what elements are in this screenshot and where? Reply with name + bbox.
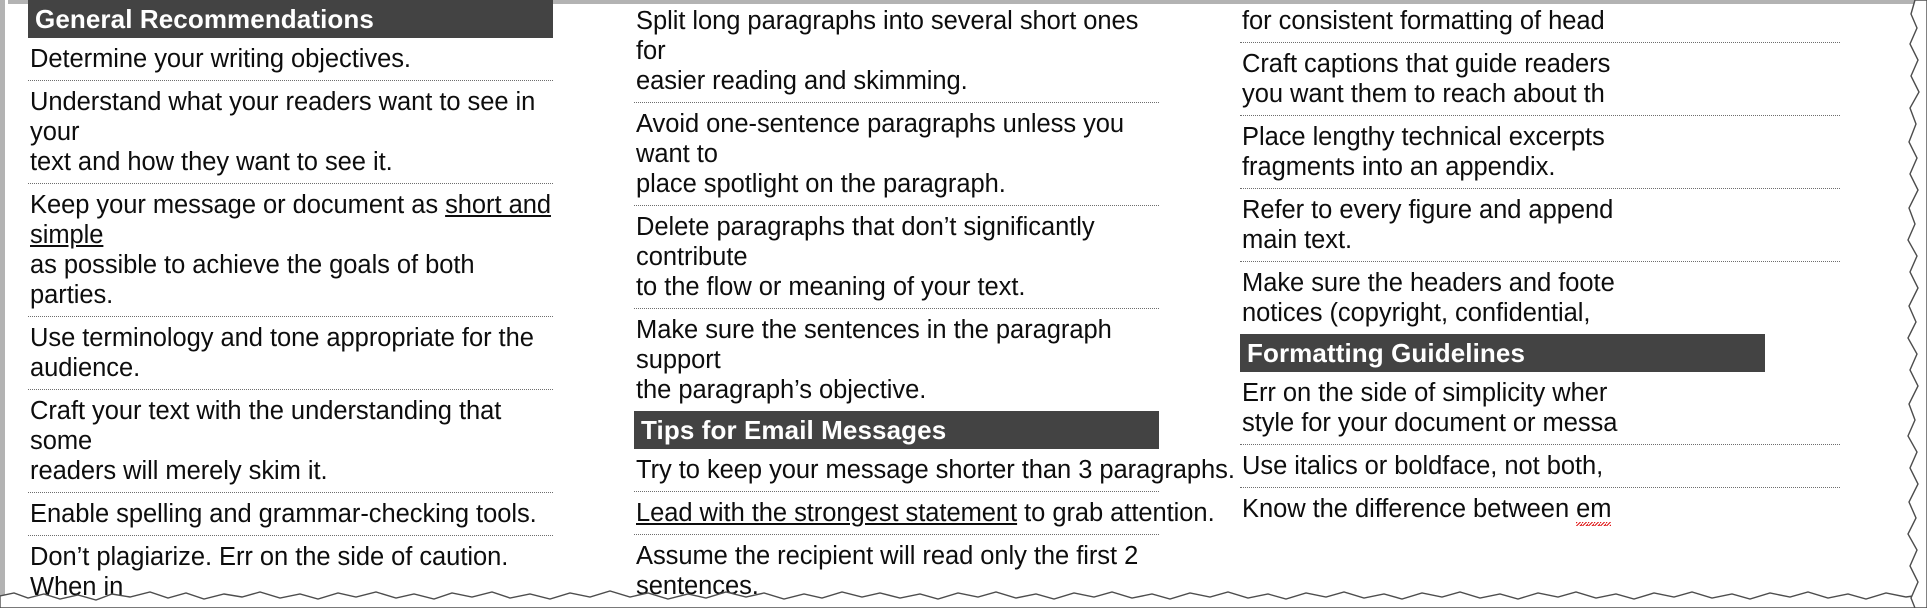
list-item[interactable]: Use terminology and tone appropriate for… bbox=[28, 317, 553, 390]
list-item[interactable]: for consistent formatting of head bbox=[1240, 0, 1840, 43]
list-item-line: Make sure the sentences in the paragraph… bbox=[636, 316, 1112, 374]
list-item-line: Avoid one-sentence paragraphs unless you… bbox=[636, 110, 1125, 168]
emphasis-underlined-text[interactable]: Lead with the strongest statement bbox=[636, 499, 1017, 527]
list-item-line: Lead with the strongest statement to gra… bbox=[636, 498, 1215, 528]
list-item-line: place spotlight on the paragraph. bbox=[636, 170, 1006, 198]
list-item[interactable]: Refer to every figure and append main te… bbox=[1240, 189, 1840, 262]
list-item-line: Understand what your readers want to see… bbox=[30, 88, 536, 146]
list-item-line: Don’t plagiarize. Err on the side of cau… bbox=[30, 543, 509, 601]
list-item[interactable]: Understand what your readers want to see… bbox=[28, 81, 553, 184]
list-item-line: you want them to reach about th bbox=[1242, 80, 1605, 108]
spellcheck-misspelled-word[interactable]: em bbox=[1576, 495, 1612, 526]
list-item-line: doubt, attribute anyway. bbox=[30, 602, 553, 608]
list-item[interactable]: Know the difference between em bbox=[1240, 488, 1840, 530]
list-item-line: Use terminology and tone appropriate for… bbox=[30, 324, 534, 352]
list-item[interactable]: Craft captions that guide readers you wa… bbox=[1240, 43, 1840, 116]
list-item-line: as possible to achieve the goals of both… bbox=[30, 251, 475, 309]
list-item-line: Delete paragraphs that don’t significant… bbox=[636, 213, 1095, 271]
list-item[interactable]: Try to keep your message shorter than 3 … bbox=[634, 449, 1235, 492]
list-item[interactable]: Lead with the strongest statement to gra… bbox=[634, 492, 1215, 535]
list-item-line: style for your document or messa bbox=[1242, 409, 1618, 437]
section-heading-formatting-guidelines: Formatting Guidelines bbox=[1240, 334, 1765, 372]
list-item[interactable]: Assume the recipient will read only the … bbox=[634, 535, 1159, 608]
list-item-line: audience. bbox=[30, 354, 141, 382]
list-item-line: Craft captions that guide readers bbox=[1242, 50, 1611, 78]
list-item-line: Make sure the headers and foote bbox=[1242, 269, 1615, 297]
list-item-line: Split long paragraphs into several short… bbox=[636, 7, 1139, 65]
list-item-line: fragments into an appendix. bbox=[1242, 153, 1556, 181]
list-item-line: Refer to every figure and append bbox=[1242, 196, 1614, 224]
column-3: for consistent formatting of head Craft … bbox=[1240, 0, 1840, 530]
list-item-line: easier reading and skimming. bbox=[636, 67, 968, 95]
list-item-line: the paragraph’s objective. bbox=[636, 376, 927, 404]
list-item[interactable]: Delete paragraphs that don’t significant… bbox=[634, 206, 1159, 309]
column-1: General Recommendations Determine your w… bbox=[28, 0, 553, 608]
page-edge-left-inner bbox=[5, 0, 8, 608]
list-item[interactable]: Avoid one-sentence paragraphs unless you… bbox=[634, 103, 1159, 206]
list-item[interactable]: Determine your writing objectives. bbox=[28, 38, 553, 81]
list-item[interactable]: Err on the side of simplicity wher style… bbox=[1240, 372, 1840, 445]
list-item-line: Err on the side of simplicity wher bbox=[1242, 379, 1608, 407]
list-item[interactable]: Make sure the sentences in the paragraph… bbox=[634, 309, 1159, 411]
list-item-line: Use italics or boldface, not both, bbox=[1242, 452, 1604, 480]
column-2: Split long paragraphs into several short… bbox=[634, 0, 1235, 608]
section-heading-general-recommendations: General Recommendations bbox=[28, 0, 553, 38]
document-page: General Recommendations Determine your w… bbox=[0, 0, 1927, 608]
list-item-text: to grab attention. bbox=[1017, 499, 1215, 527]
list-item-line: Keep your message or document as short a… bbox=[30, 190, 553, 250]
list-item-line: main text. bbox=[1242, 226, 1353, 254]
list-item-line: readers will merely skim it. bbox=[30, 457, 328, 485]
list-item-line: Craft your text with the understanding t… bbox=[30, 397, 502, 455]
list-item[interactable]: Enable spelling and grammar-checking too… bbox=[28, 493, 553, 536]
list-item-line: Determine your writing objectives. bbox=[30, 45, 411, 73]
list-item-text: Keep your message or document as bbox=[30, 191, 446, 219]
list-item[interactable]: Don’t plagiarize. Err on the side of cau… bbox=[28, 536, 553, 608]
list-item-line: for consistent formatting of head bbox=[1242, 7, 1605, 35]
list-item[interactable]: Use italics or boldface, not both, bbox=[1240, 445, 1840, 488]
list-item-line: Try to keep your message shorter than 3 … bbox=[636, 456, 1235, 484]
list-item[interactable]: Craft your text with the understanding t… bbox=[28, 390, 553, 493]
list-item-line: Assume the recipient will read only the … bbox=[636, 542, 1139, 570]
list-item[interactable]: Keep your message or document as short a… bbox=[28, 184, 553, 317]
list-item-line: to the flow or meaning of your text. bbox=[636, 273, 1026, 301]
list-item-line: Enable spelling and grammar-checking too… bbox=[30, 500, 537, 528]
section-heading-tips-for-email-messages: Tips for Email Messages bbox=[634, 411, 1159, 449]
list-item[interactable]: Split long paragraphs into several short… bbox=[634, 0, 1159, 103]
list-item-line: Know the difference between em bbox=[1242, 494, 1840, 526]
list-item-line: sentences. bbox=[636, 572, 759, 600]
list-item-line: text and how they want to see it. bbox=[30, 148, 393, 176]
list-item[interactable]: Make sure the headers and foote notices … bbox=[1240, 262, 1840, 334]
list-item-line: notices (copyright, confidential, bbox=[1242, 299, 1591, 327]
list-item-line: Place lengthy technical excerpts bbox=[1242, 123, 1605, 151]
torn-paper-right-edge bbox=[1907, 0, 1927, 608]
list-item[interactable]: Place lengthy technical excerpts fragmen… bbox=[1240, 116, 1840, 189]
